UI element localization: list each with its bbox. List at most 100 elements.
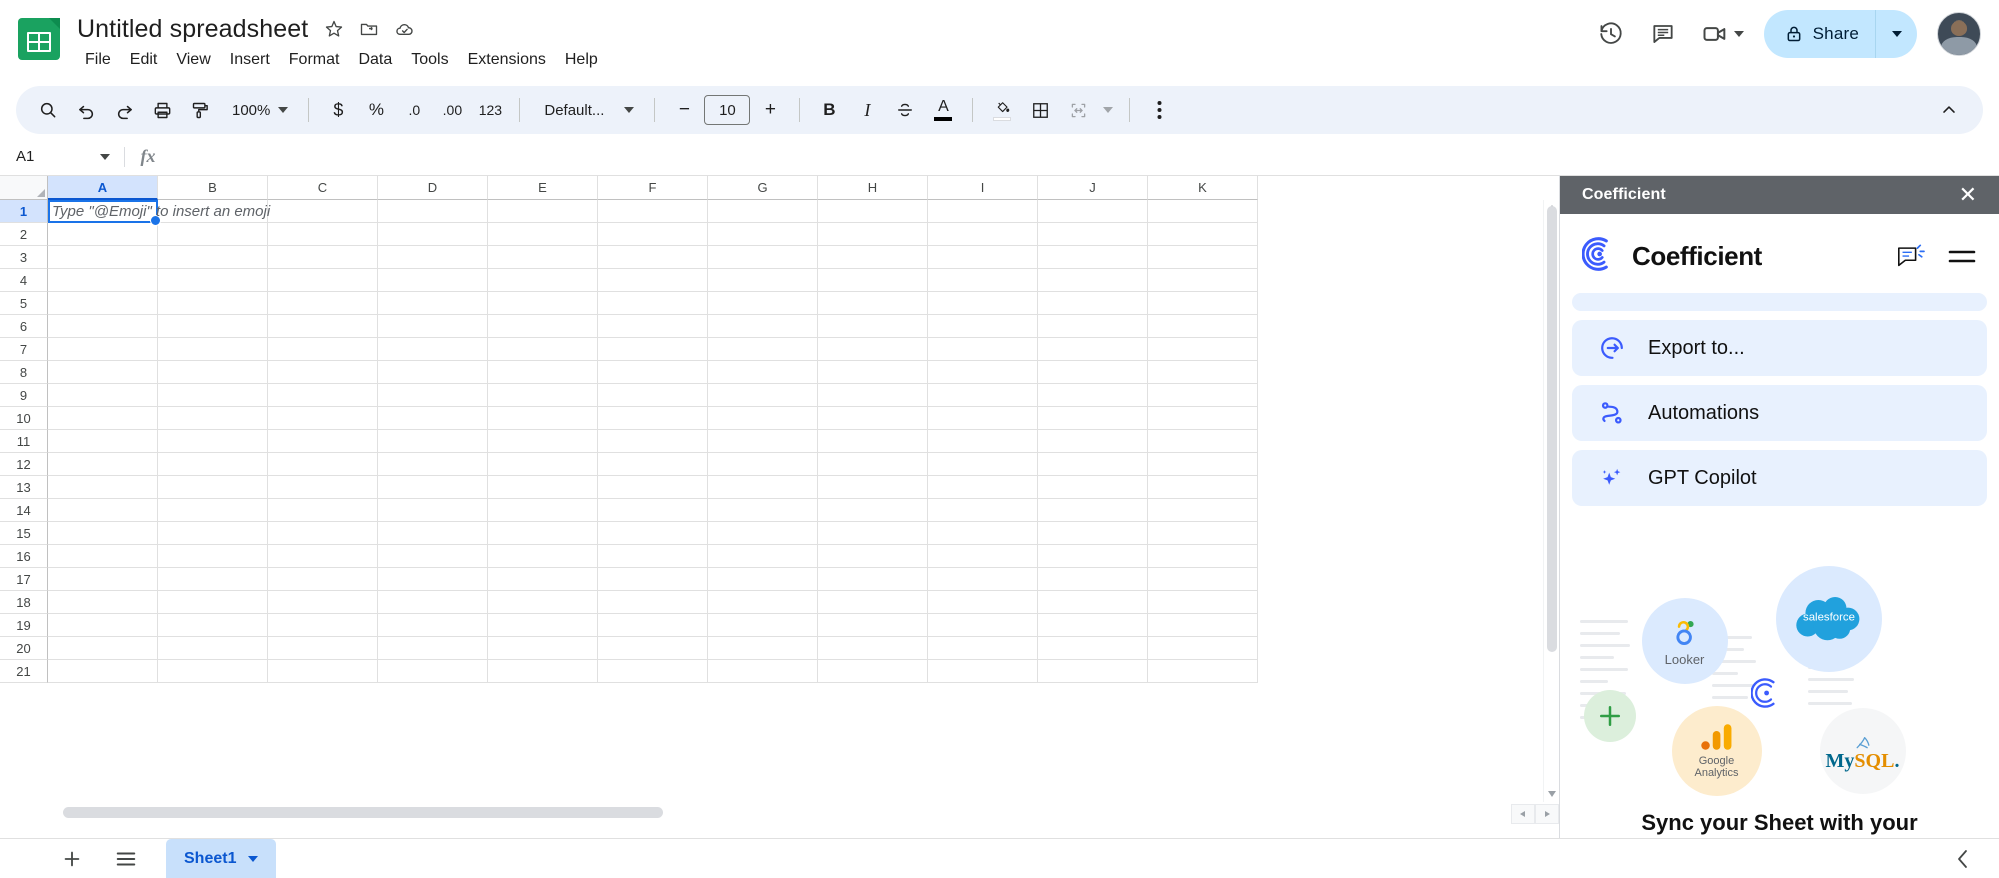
meet-chevron-down-icon[interactable] [1734,31,1744,37]
cell-i17[interactable] [928,568,1038,591]
add-sheet-icon[interactable] [58,845,86,873]
row-header-16[interactable]: 16 [0,545,48,568]
cell-f16[interactable] [598,545,708,568]
cell-f15[interactable] [598,522,708,545]
cell-g7[interactable] [708,338,818,361]
cell-c4[interactable] [268,269,378,292]
cell-i9[interactable] [928,384,1038,407]
cell-i15[interactable] [928,522,1038,545]
cell-d13[interactable] [378,476,488,499]
cell-h11[interactable] [818,430,928,453]
cell-h19[interactable] [818,614,928,637]
chat-bubble-icon[interactable] [1895,243,1925,271]
cell-c5[interactable] [268,292,378,315]
row-header-3[interactable]: 3 [0,246,48,269]
cell-g4[interactable] [708,269,818,292]
cell-a12[interactable] [48,453,158,476]
cell-g11[interactable] [708,430,818,453]
user-avatar[interactable] [1937,12,1981,56]
cell-f12[interactable] [598,453,708,476]
cell-h8[interactable] [818,361,928,384]
cell-e16[interactable] [488,545,598,568]
cell-f18[interactable] [598,591,708,614]
strikethrough-button[interactable] [887,92,923,128]
cell-h1[interactable] [818,200,928,223]
cell-g19[interactable] [708,614,818,637]
cell-g5[interactable] [708,292,818,315]
cell-h12[interactable] [818,453,928,476]
row-header-1[interactable]: 1 [0,200,48,223]
cell-b1[interactable] [158,200,268,223]
cell-h17[interactable] [818,568,928,591]
cell-j2[interactable] [1038,223,1148,246]
cell-h18[interactable] [818,591,928,614]
cell-g18[interactable] [708,591,818,614]
cell-f8[interactable] [598,361,708,384]
cell-k7[interactable] [1148,338,1258,361]
cell-d17[interactable] [378,568,488,591]
decrease-decimal-button[interactable]: .0 [396,92,432,128]
menu-insert[interactable]: Insert [221,47,279,73]
cell-c15[interactable] [268,522,378,545]
cell-d3[interactable] [378,246,488,269]
text-color-button[interactable]: A [925,92,961,128]
cell-d10[interactable] [378,407,488,430]
row-header-8[interactable]: 8 [0,361,48,384]
cell-c17[interactable] [268,568,378,591]
column-header-h[interactable]: H [818,176,928,200]
cell-c2[interactable] [268,223,378,246]
borders-button[interactable] [1022,92,1058,128]
cell-i19[interactable] [928,614,1038,637]
cell-j18[interactable] [1038,591,1148,614]
cell-b6[interactable] [158,315,268,338]
cell-f10[interactable] [598,407,708,430]
cell-a4[interactable] [48,269,158,292]
menu-format[interactable]: Format [280,47,349,73]
font-size-input[interactable]: 10 [704,95,750,125]
cell-f14[interactable] [598,499,708,522]
print-icon[interactable] [144,92,180,128]
cell-c6[interactable] [268,315,378,338]
vertical-scrollbar-thumb[interactable] [1547,206,1557,652]
merge-cells-button[interactable] [1060,92,1096,128]
cell-j16[interactable] [1038,545,1148,568]
cell-d2[interactable] [378,223,488,246]
row-header-11[interactable]: 11 [0,430,48,453]
row-header-6[interactable]: 6 [0,315,48,338]
cell-j17[interactable] [1038,568,1148,591]
cell-e10[interactable] [488,407,598,430]
cell-d6[interactable] [378,315,488,338]
cell-a2[interactable] [48,223,158,246]
cell-j15[interactable] [1038,522,1148,545]
cell-a11[interactable] [48,430,158,453]
scroll-right-button[interactable] [1535,804,1559,824]
cell-j1[interactable] [1038,200,1148,223]
cell-f4[interactable] [598,269,708,292]
cell-g17[interactable] [708,568,818,591]
cell-c19[interactable] [268,614,378,637]
cell-e7[interactable] [488,338,598,361]
cell-f20[interactable] [598,637,708,660]
cell-e13[interactable] [488,476,598,499]
collapse-toolbar-icon[interactable] [1931,92,1967,128]
search-icon[interactable] [30,92,66,128]
increase-decimal-button[interactable]: .00 [434,92,470,128]
percent-format-button[interactable]: % [358,92,394,128]
cloud-saved-icon[interactable] [392,17,416,41]
cell-i10[interactable] [928,407,1038,430]
cell-b15[interactable] [158,522,268,545]
cell-j4[interactable] [1038,269,1148,292]
horizontal-scrollbar[interactable] [48,804,1489,820]
cell-e2[interactable] [488,223,598,246]
column-header-j[interactable]: J [1038,176,1148,200]
cell-e18[interactable] [488,591,598,614]
cell-h13[interactable] [818,476,928,499]
column-header-a[interactable]: A [48,176,158,200]
row-header-20[interactable]: 20 [0,637,48,660]
column-header-k[interactable]: K [1148,176,1258,200]
cell-e19[interactable] [488,614,598,637]
cell-j6[interactable] [1038,315,1148,338]
cell-d5[interactable] [378,292,488,315]
sidebar-menu-item-automations[interactable]: Automations [1572,385,1987,441]
currency-format-button[interactable]: $ [320,92,356,128]
